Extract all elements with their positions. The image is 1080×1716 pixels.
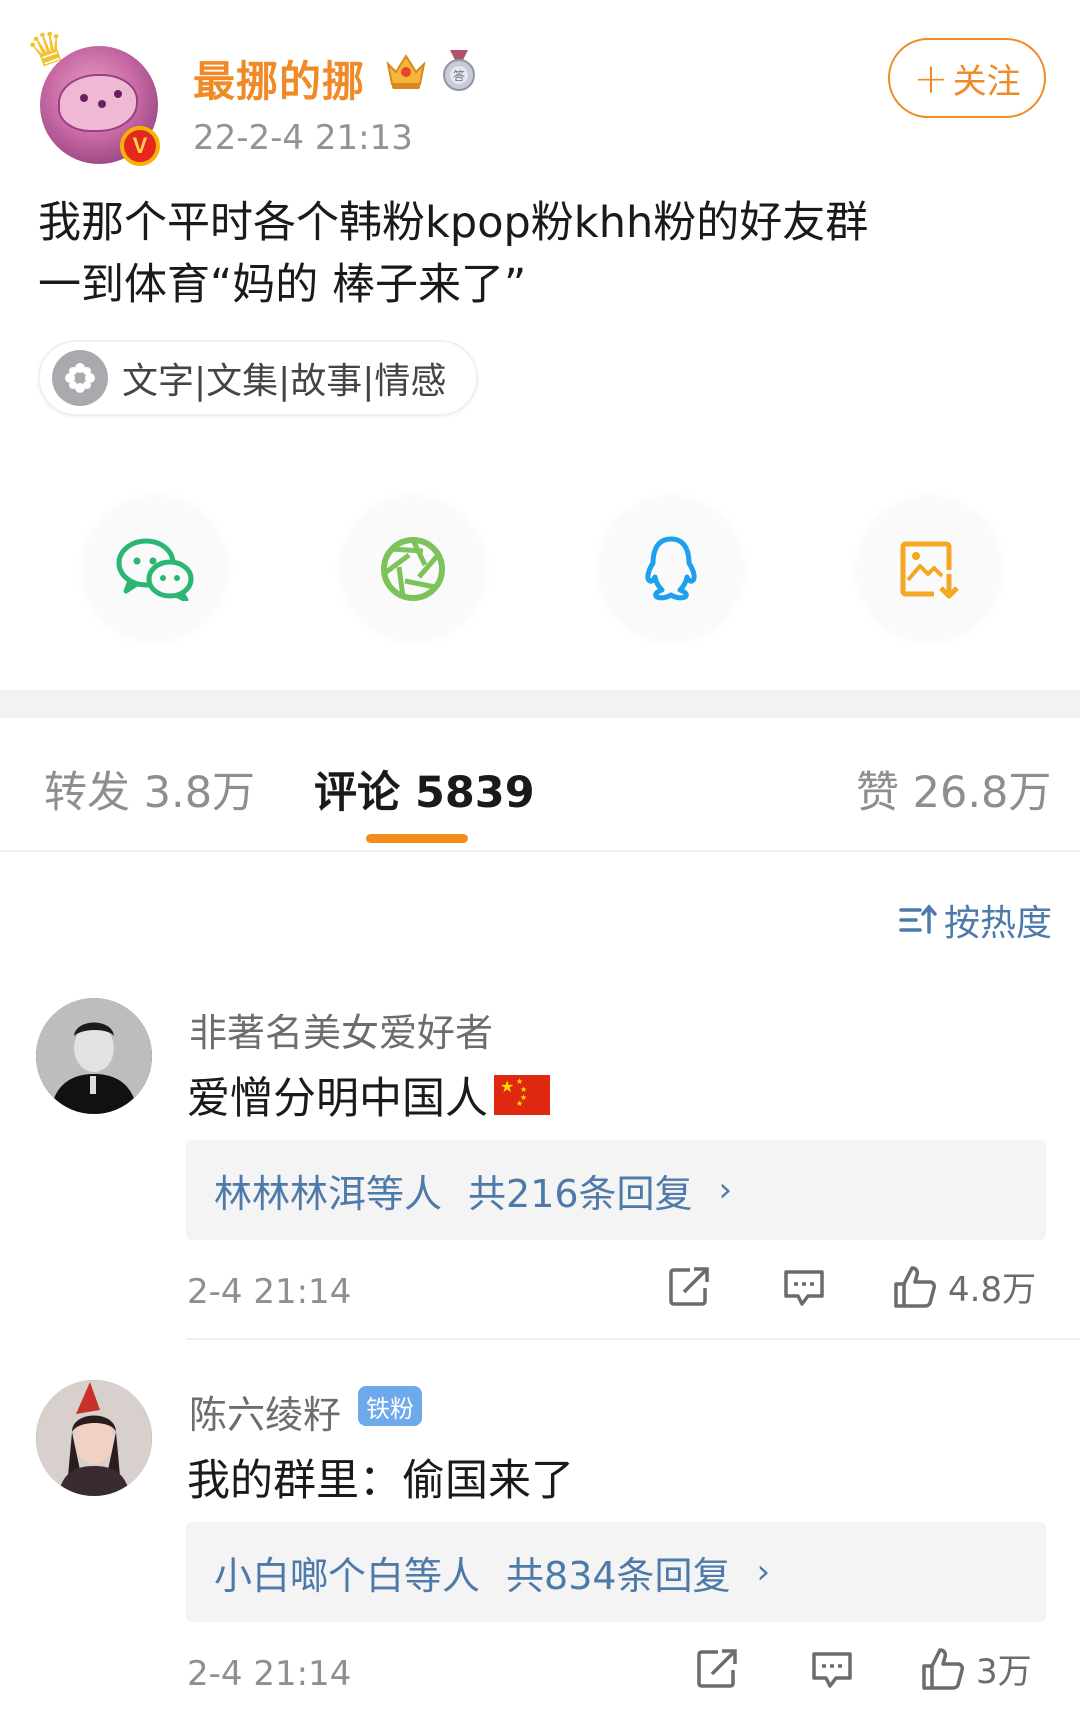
follow-label: 关注 xyxy=(952,61,1021,102)
sort-label: 按热度 xyxy=(944,903,1053,944)
reply-count: 共216条回复 xyxy=(468,1171,693,1216)
reply-users: 林林林洱等人 xyxy=(214,1171,443,1216)
sort-icon xyxy=(899,904,937,934)
crown-badge-icon xyxy=(386,54,426,89)
moments-icon xyxy=(381,537,445,601)
section-divider xyxy=(0,690,1080,718)
avatar-illustration xyxy=(58,74,138,132)
comment-timestamp: 2-4 21:14 xyxy=(187,1654,352,1694)
tabs-divider xyxy=(0,850,1080,852)
follow-button[interactable]: + 关注 xyxy=(888,38,1046,118)
replies-preview[interactable]: 林林林洱等人 共216条回复 › xyxy=(186,1140,1046,1240)
chevron-right-icon: › xyxy=(756,1552,771,1592)
share-out-icon xyxy=(697,1649,737,1688)
commenter-name[interactable]: 非著名美女爱好者 xyxy=(189,1002,493,1057)
wechat-icon xyxy=(116,538,194,601)
tab-likes[interactable]: 赞 26.8万 xyxy=(856,758,1051,820)
like-count: 4.8万 xyxy=(948,1270,1037,1310)
plus-icon: + xyxy=(913,53,949,103)
post-timestamp: 22-2-4 21:13 xyxy=(193,118,413,158)
author-name[interactable]: 最挪的挪 xyxy=(193,48,365,109)
comment-reply-button[interactable] xyxy=(782,1268,826,1308)
svg-text:答: 答 xyxy=(453,68,465,83)
qq-icon xyxy=(645,536,697,601)
chevron-right-icon: › xyxy=(718,1170,733,1210)
avatar-portrait xyxy=(36,998,152,1114)
post-body: 我那个平时各个韩粉kpop粉khh粉的好友群 一到体育“妈的 棒子来了” xyxy=(38,192,1038,316)
commenter-name[interactable]: 陈六绫籽 xyxy=(189,1384,341,1439)
comment-reply-button[interactable] xyxy=(810,1650,854,1690)
post-text-line-1: 我那个平时各个韩粉kpop粉khh粉的好友群 xyxy=(38,198,869,248)
comment-like-button[interactable]: 3万 xyxy=(920,1644,1032,1693)
reply-count: 共834条回复 xyxy=(506,1553,731,1598)
replies-preview[interactable]: 小白啷个白等人 共834条回复 › xyxy=(186,1522,1046,1622)
comment-text-content: 爱憎分明中国人 xyxy=(187,1074,488,1124)
thumbs-up-icon xyxy=(894,1265,936,1308)
comment-share-button[interactable] xyxy=(696,1648,740,1688)
comment-bubble-icon xyxy=(784,1270,824,1306)
reply-users: 小白啷个白等人 xyxy=(214,1553,481,1598)
comment-bubble-icon xyxy=(812,1652,852,1688)
commenter-avatar[interactable] xyxy=(36,1380,152,1496)
commenter-avatar[interactable] xyxy=(36,998,152,1114)
author-avatar[interactable]: ♛ V xyxy=(20,19,160,166)
topic-label: 文字|文集|故事|情感 xyxy=(122,361,447,402)
thumbs-up-icon xyxy=(922,1647,964,1690)
comment-like-button[interactable]: 4.8万 xyxy=(892,1262,1036,1311)
save-image-icon xyxy=(900,541,959,599)
post-text-line-2: 一到体育“妈的 棒子来了” xyxy=(38,260,527,310)
comment-text: 爱憎分明中国人 ★ ★ ★ ★ ★ xyxy=(187,1064,550,1126)
topic-flower-icon xyxy=(52,350,108,406)
avatar-portrait xyxy=(36,1380,152,1496)
topic-tag[interactable]: 文字|文集|故事|情感 xyxy=(38,340,479,416)
tab-comments[interactable]: 评论 5839 xyxy=(314,758,535,820)
active-tab-indicator xyxy=(366,834,468,843)
like-count: 3万 xyxy=(976,1652,1032,1692)
sort-by-hot-button[interactable]: 按热度 xyxy=(898,894,1052,946)
crown-icon: ♛ xyxy=(20,18,75,81)
tab-reposts[interactable]: 转发 3.8万 xyxy=(44,758,255,820)
medal-badge-icon: 答 xyxy=(443,50,475,91)
comment-timestamp: 2-4 21:14 xyxy=(187,1272,352,1312)
comment-divider xyxy=(186,1338,1080,1340)
china-flag-icon: ★ ★ ★ ★ ★ xyxy=(494,1075,550,1115)
verified-badge-icon: V xyxy=(120,126,160,166)
share-moments-button[interactable] xyxy=(342,498,484,640)
save-image-button[interactable] xyxy=(858,498,1000,640)
share-out-icon xyxy=(669,1267,709,1306)
fan-level-badge: 铁粉 xyxy=(358,1386,422,1426)
share-qq-button[interactable] xyxy=(600,498,742,640)
comment-text: 我的群里：偷国来了 xyxy=(187,1456,574,1506)
share-wechat-button[interactable] xyxy=(84,498,226,640)
comment-share-button[interactable] xyxy=(668,1266,712,1306)
